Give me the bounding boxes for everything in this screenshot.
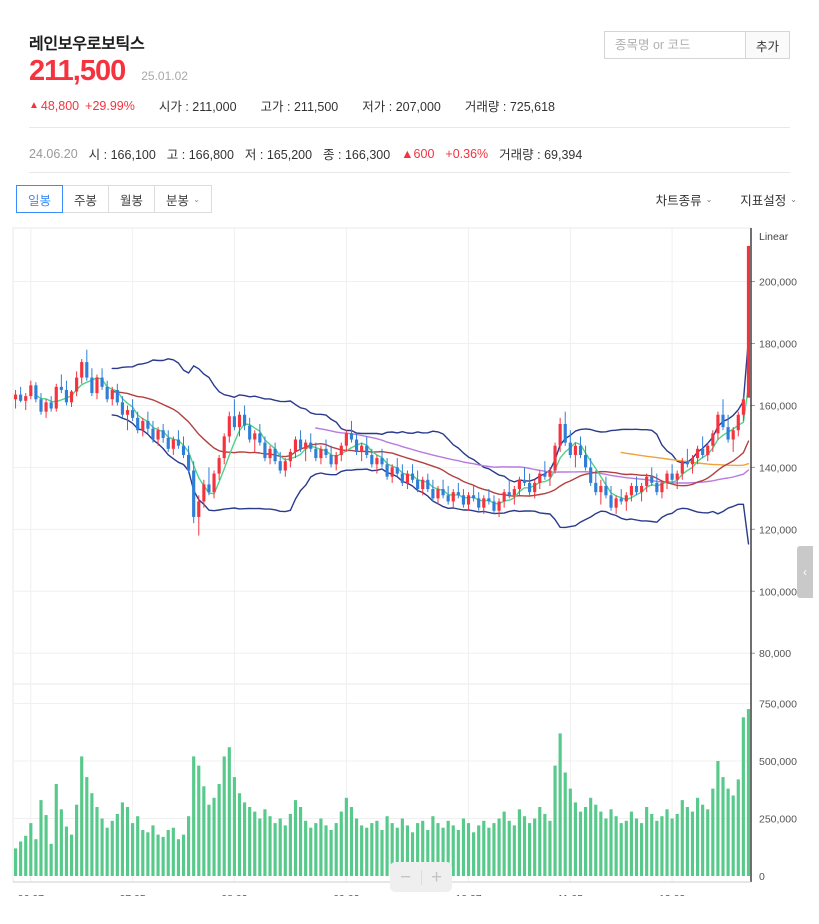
svg-text:140,000: 140,000: [759, 462, 797, 474]
crosshair-close-label: 종: [323, 148, 335, 162]
svg-text:250,000: 250,000: [759, 814, 797, 826]
stat-low-value: 207,000: [395, 100, 441, 114]
collapse-panel-button[interactable]: ‹: [797, 546, 813, 598]
toolbar-right: 차트종류 ⌄ 지표설정 ⌄: [628, 185, 797, 213]
stat-open: 시가 : 211,000: [158, 100, 237, 114]
tab-monthly-label: 월봉: [120, 193, 144, 208]
svg-text:100,000: 100,000: [759, 586, 797, 598]
stat-low: 저가 : 207,000: [362, 100, 441, 114]
crosshair-low-value: 165,200: [266, 148, 313, 162]
chevron-down-icon: ⌄: [193, 194, 200, 204]
crosshair-close-value: 166,300: [344, 148, 391, 162]
stat-volume-value: 725,618: [509, 100, 555, 114]
svg-text:180,000: 180,000: [759, 339, 797, 351]
stock-name: 레인보우로보틱스: [29, 36, 145, 53]
svg-text:08.02: 08.02: [221, 893, 247, 896]
crosshair-ohlc-row: 24.06.20 시 : 166,100 고 : 166,800 저 : 165…: [29, 144, 593, 163]
header: 레인보우로보틱스 211,500 25.01.02 ▲ 48,800 +29.9…: [0, 0, 819, 128]
zoom-out-button[interactable]: −: [391, 862, 421, 892]
indicator-settings-menu-label: 지표설정: [740, 193, 787, 208]
tab-monthly[interactable]: 월봉: [108, 185, 156, 213]
crosshair-date: 24.06.20: [29, 146, 78, 161]
crosshair-low-label: 저: [244, 148, 257, 162]
zoom-controls: − +: [390, 862, 452, 892]
chart-container[interactable]: 200,000 180,000 160,000 140,000 120,000 100,0…: [11, 226, 808, 896]
tab-weekly-label: 주봉: [74, 193, 98, 208]
indicator-settings-menu[interactable]: 지표설정 ⌄: [740, 190, 797, 209]
tab-minute-label: 분봉: [166, 193, 190, 208]
crosshair-open: 시 : 166,100: [88, 148, 156, 162]
stat-low-label: 저가: [362, 100, 386, 114]
search-input[interactable]: [605, 32, 745, 58]
add-stock-button[interactable]: 추가: [745, 32, 789, 58]
svg-text:0: 0: [759, 871, 765, 883]
svg-text:09.02: 09.02: [333, 893, 359, 896]
stock-chart-page: 레인보우로보틱스 211,500 25.01.02 ▲ 48,800 +29.9…: [0, 0, 819, 924]
change-value: 48,800: [40, 98, 80, 113]
svg-text:120,000: 120,000: [759, 524, 797, 536]
svg-text:10.07: 10.07: [455, 893, 481, 896]
svg-text:Linear: Linear: [759, 231, 789, 243]
stat-volume: 거래량 : 725,618: [464, 100, 555, 114]
svg-text:11.05: 11.05: [558, 893, 584, 896]
crosshair-volume-label: 거래량: [499, 148, 534, 162]
crosshair-volume-value: 69,394: [544, 148, 583, 162]
chevron-down-icon: ⌄: [790, 194, 797, 204]
crosshair-change-caret-icon: ▲: [401, 146, 414, 161]
crosshair-close: 종 : 166,300: [323, 148, 391, 162]
price-row: 211,500 25.01.02: [29, 57, 188, 86]
svg-text:160,000: 160,000: [759, 400, 797, 412]
current-price: 211,500: [29, 55, 126, 87]
stat-open-label: 시가: [158, 100, 182, 114]
price-date: 25.01.02: [141, 69, 188, 83]
crosshair-open-label: 시: [88, 148, 101, 162]
crosshair-change-value: 600: [413, 146, 435, 161]
price-change: ▲ 48,800 +29.99%: [29, 99, 135, 113]
crosshair-low: 저 : 165,200: [244, 148, 313, 162]
svg-text:200,000: 200,000: [759, 277, 797, 289]
crosshair-change-pct: +0.36%: [445, 146, 489, 161]
tab-weekly[interactable]: 주봉: [62, 185, 110, 213]
stat-open-value: 211,000: [192, 100, 237, 114]
crosshair-open-value: 166,100: [110, 148, 156, 162]
stat-volume-label: 거래량: [464, 100, 500, 114]
svg-text:750,000: 750,000: [759, 699, 797, 711]
stat-high: 고가 : 211,500: [260, 100, 339, 114]
period-tabs: 일봉 주봉 월봉 분봉 ⌄: [16, 185, 212, 213]
crosshair-volume: 거래량 : 69,394: [499, 148, 583, 162]
chart-type-menu[interactable]: 차트종류 ⌄: [656, 190, 713, 209]
tab-daily[interactable]: 일봉: [16, 185, 64, 213]
chart-toolbar: 일봉 주봉 월봉 분봉 ⌄ 차트종류 ⌄ 지표설정 ⌄: [0, 185, 819, 217]
svg-text:12.03: 12.03: [659, 893, 685, 896]
svg-text:07.05: 07.05: [119, 893, 145, 896]
crosshair-change: ▲600: [401, 147, 434, 161]
stat-high-label: 고가: [260, 100, 284, 114]
change-caret-icon: ▲: [29, 100, 39, 111]
ohlc-divider: [29, 172, 790, 173]
tab-daily-label: 일봉: [28, 193, 52, 208]
candlestick-chart[interactable]: 200,000 180,000 160,000 140,000 120,000 100,0…: [11, 226, 808, 896]
crosshair-high-label: 고: [166, 148, 179, 162]
chevron-down-icon: ⌄: [705, 194, 713, 204]
chart-type-menu-label: 차트종류: [655, 193, 702, 208]
crosshair-high: 고 : 166,800: [166, 148, 234, 162]
zoom-in-button[interactable]: +: [422, 862, 452, 892]
stat-high-value: 211,500: [293, 100, 339, 114]
svg-text:500,000: 500,000: [759, 756, 797, 768]
tab-minute[interactable]: 분봉 ⌄: [154, 185, 212, 213]
change-percent: +29.99%: [85, 98, 135, 113]
crosshair-high-value: 166,800: [188, 148, 234, 162]
svg-text:06.07: 06.07: [18, 893, 44, 896]
header-divider: [29, 127, 790, 128]
stats-row: ▲ 48,800 +29.99% 시가 : 211,000 고가 : 211,5…: [29, 96, 555, 115]
svg-text:80,000: 80,000: [759, 648, 791, 660]
search-bar: 추가: [604, 31, 790, 59]
